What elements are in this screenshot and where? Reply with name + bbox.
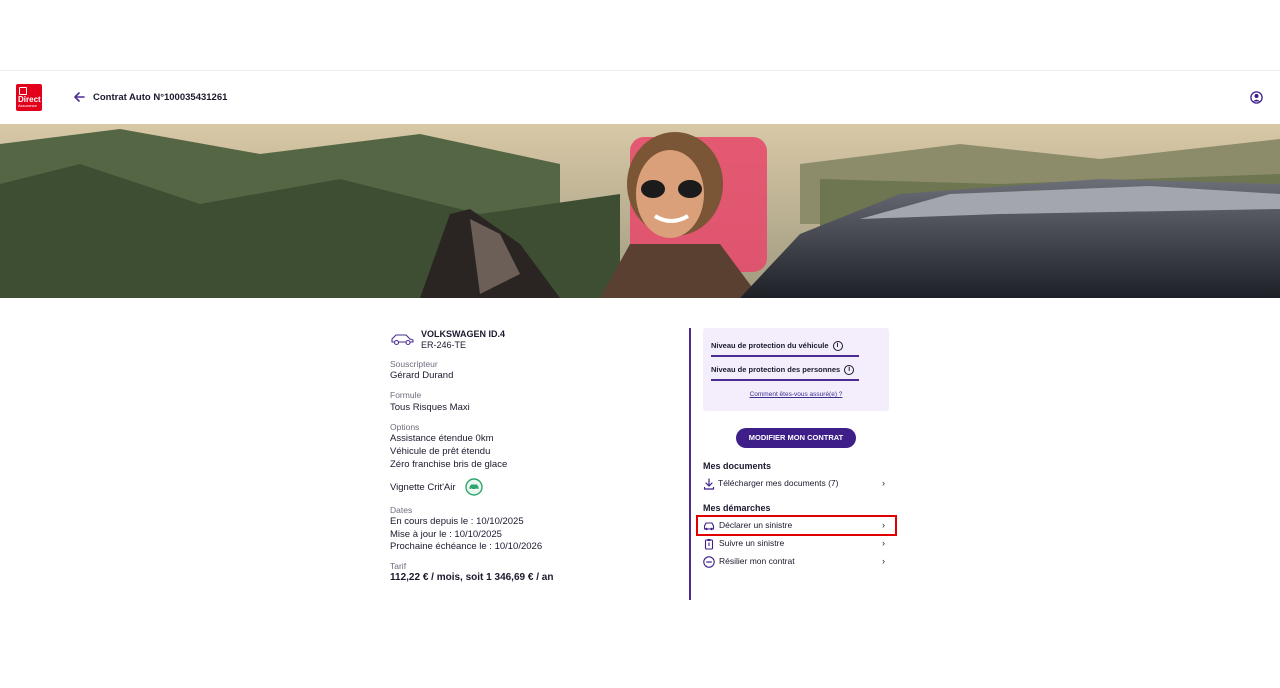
logo-subtext: Assurance: [18, 103, 37, 108]
protection-vehicle-row[interactable]: Niveau de protection du véhicule i: [711, 341, 843, 352]
formule-label: Formule: [390, 390, 422, 400]
download-documents-label: Télécharger mes documents (7): [718, 478, 839, 488]
protection-persons-row[interactable]: Niveau de protection des personnes i: [711, 365, 855, 376]
chevron-right-icon: ›: [882, 556, 885, 566]
options-label: Options: [390, 422, 420, 432]
page-title: Contrat Auto N°100035431261: [93, 92, 228, 103]
date-item: Prochaine échéance le : 10/10/2026: [390, 541, 543, 552]
souscripteur-label: Souscripteur: [390, 359, 438, 369]
back-arrow-icon[interactable]: [72, 90, 86, 104]
car-crash-icon: [703, 522, 715, 531]
date-item: En cours depuis le : 10/10/2025: [390, 516, 524, 527]
modify-contract-button[interactable]: MODIFIER MON CONTRAT: [736, 428, 856, 448]
option-item: Assistance étendue 0km: [390, 433, 494, 444]
top-blank-area: [0, 0, 1280, 71]
cancel-contract-label: Résilier mon contrat: [719, 556, 795, 566]
tarif-value: 112,22 € / mois, soit 1 346,69 € / an: [390, 572, 554, 583]
demarches-section-title: Mes démarches: [703, 503, 771, 513]
dates-label: Dates: [390, 505, 413, 515]
minus-circle-icon: [703, 556, 715, 568]
critair-icon: [465, 478, 483, 496]
tarif-label: Tarif: [390, 561, 407, 571]
documents-section-title: Mes documents: [703, 461, 772, 471]
info-icon[interactable]: i: [832, 341, 843, 352]
info-icon[interactable]: i: [844, 365, 855, 376]
cancel-contract-link[interactable]: Résilier mon contrat ›: [703, 554, 887, 570]
date-item: Mise à jour le : 10/10/2025: [390, 529, 502, 540]
protection-persons-bar: [711, 379, 859, 381]
download-icon: [703, 478, 715, 490]
hero-banner-image: [0, 124, 1280, 298]
vignette-label: Vignette Crit'Air: [390, 482, 456, 493]
protection-persons-label: Niveau de protection des personnes: [711, 365, 841, 374]
protection-vehicle-label: Niveau de protection du véhicule: [711, 341, 829, 350]
vehicle-plate: ER-246-TE: [421, 340, 467, 350]
direct-assurance-logo[interactable]: Direct Assurance: [16, 84, 42, 111]
protection-vehicle-bar: [711, 355, 859, 357]
protection-panel: Niveau de protection du véhicule i Niveau…: [703, 328, 889, 411]
chevron-right-icon: ›: [882, 478, 885, 488]
formule-value: Tous Risques Maxi: [390, 402, 470, 413]
download-documents-link[interactable]: Télécharger mes documents (7) ›: [703, 476, 887, 492]
souscripteur-value: Gérard Durand: [390, 370, 454, 381]
user-profile-icon[interactable]: [1250, 91, 1263, 104]
how-insured-link[interactable]: Comment êtes-vous assuré(e) ?: [703, 391, 889, 398]
vehicle-model: VOLKSWAGEN ID.4: [421, 329, 506, 339]
clipboard-icon: [704, 539, 714, 550]
car-icon: [391, 334, 414, 346]
app-header: Direct Assurance Contrat Auto N°10003543…: [0, 71, 1280, 124]
follow-claim-label: Suivre un sinistre: [719, 538, 785, 548]
logo-square-icon: [19, 87, 27, 95]
chevron-right-icon: ›: [882, 538, 885, 548]
follow-claim-link[interactable]: Suivre un sinistre ›: [703, 536, 887, 552]
vertical-divider: [689, 328, 691, 600]
declare-claim-link[interactable]: Déclarer un sinistre ›: [703, 518, 887, 534]
chevron-right-icon: ›: [882, 520, 885, 530]
option-item: Véhicule de prêt étendu: [390, 446, 491, 457]
option-item: Zéro franchise bris de glace: [390, 459, 508, 470]
declare-claim-label: Déclarer un sinistre: [719, 520, 793, 530]
